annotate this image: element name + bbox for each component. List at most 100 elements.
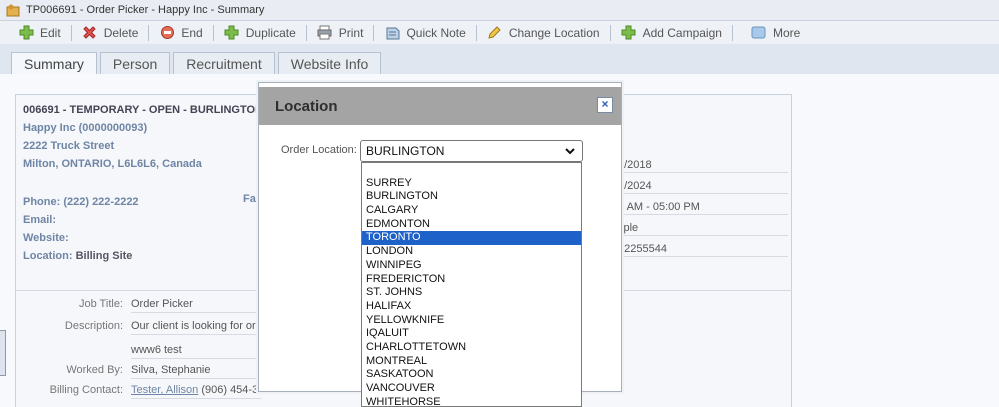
type-value: tiple — [618, 215, 788, 236]
shift-time-value: 0 AM - 05:00 PM — [618, 194, 788, 215]
window-title: TP006691 - Order Picker - Happy Inc - Su… — [26, 4, 265, 16]
toolbar-divider — [475, 24, 477, 41]
right-values: 8/2018 0/2024 0 AM - 05:00 PM tiple 2225… — [618, 152, 788, 257]
delete-button[interactable]: Delete — [82, 23, 149, 43]
toolbar-divider — [609, 24, 611, 41]
tab-website-info[interactable]: Website Info — [277, 52, 382, 74]
description-label: Description: — [64, 320, 123, 332]
location-option[interactable]: EDMONTON — [362, 218, 581, 232]
job-title-value: Order Picker — [131, 298, 261, 313]
contact-block: Phone: (222) 222-2222 Email: Website: Lo… — [23, 193, 139, 265]
plus-icon — [18, 25, 34, 41]
close-icon[interactable]: × — [597, 97, 613, 113]
description-line2: www6 test — [131, 344, 261, 359]
toolbar-divider — [305, 24, 307, 41]
location-label: Location: — [23, 250, 73, 262]
print-button[interactable]: Print — [317, 23, 374, 43]
edit-button[interactable]: Edit — [18, 23, 71, 43]
location-option[interactable]: FREDERICTON — [362, 273, 581, 287]
plus-icon — [621, 25, 637, 41]
resize-handle[interactable] — [0, 330, 6, 376]
fax-label: Fa — [243, 193, 256, 205]
dialog-header: Location × — [259, 87, 621, 125]
location-option-highlighted[interactable]: TORONTO — [362, 231, 581, 246]
summary-header: 006691 - TEMPORARY - OPEN - BURLINGTON H… — [23, 101, 263, 173]
change-location-button[interactable]: Change Location — [487, 23, 610, 43]
location-option[interactable]: LONDON — [362, 245, 581, 259]
location-option[interactable]: CHARLOTTETOWN — [362, 341, 581, 355]
toolbar-divider — [731, 24, 733, 41]
tab-summary[interactable]: Summary — [11, 52, 97, 75]
description-value: Our client is looking for or — [131, 320, 261, 335]
order-heading: 006691 - TEMPORARY - OPEN - BURLINGTON — [23, 104, 264, 116]
duplicate-label: Duplicate — [245, 25, 296, 40]
location-option[interactable]: SASKATOON — [362, 368, 581, 382]
duplicate-icon — [224, 25, 240, 41]
location-option[interactable]: CALGARY — [362, 204, 581, 218]
order-location-label: Order Location: — [281, 144, 357, 156]
add-campaign-label: Add Campaign — [642, 25, 722, 40]
note-icon — [384, 25, 400, 41]
app-icon — [6, 4, 20, 17]
location-dropdown-list: SURREY BURLINGTON CALGARY EDMONTON TORON… — [361, 162, 582, 407]
worked-by-label: Worked By: — [66, 364, 123, 376]
end-date-value: 0/2024 — [618, 173, 788, 194]
order-location-value: BURLINGTON — [366, 144, 445, 158]
toolbar: Edit Delete End Duplicate Print Quick No… — [0, 21, 999, 44]
toolbar-divider — [70, 24, 72, 41]
end-button[interactable]: End — [159, 23, 212, 43]
billing-contact-link[interactable]: Tester, Allison — [131, 384, 198, 396]
email-label: Email: — [23, 214, 57, 226]
more-label: More — [772, 25, 801, 40]
location-option[interactable]: ST. JOHNS — [362, 286, 581, 300]
reference-value: 22255544 — [618, 236, 788, 257]
tab-recruitment[interactable]: Recruitment — [173, 52, 275, 74]
delete-label: Delete — [103, 25, 139, 40]
job-title-label: Job Title: — [78, 298, 123, 310]
start-date-value: 8/2018 — [618, 152, 788, 173]
billing-contact-phone: (906) 454-3... — [201, 384, 261, 396]
company-name: Happy Inc (0000000093) — [23, 122, 148, 134]
delete-icon — [82, 25, 98, 41]
toolbar-divider — [212, 24, 214, 41]
city-address: Milton, ONTARIO, L6L6L6, Canada — [23, 158, 202, 170]
location-option[interactable]: VANCOUVER — [362, 382, 581, 396]
location-value: Billing Site — [75, 250, 133, 262]
edit-label: Edit — [40, 25, 61, 40]
location-line: Location: Billing Site — [23, 247, 139, 265]
pencil-icon — [487, 25, 503, 41]
billing-contact-label: Billing Contact: — [49, 384, 123, 396]
toolbar-divider — [148, 24, 150, 41]
tab-strip: Summary Person Recruitment Website Info — [11, 52, 384, 75]
worked-by-value: Silva, Stephanie — [131, 364, 261, 379]
print-icon — [317, 25, 333, 41]
location-option[interactable]: WINNIPEG — [362, 259, 581, 273]
title-bar: TP006691 - Order Picker - Happy Inc - Su… — [0, 0, 999, 21]
location-option[interactable]: SURREY — [362, 177, 581, 191]
location-option[interactable]: YELLOWKNIFE — [362, 314, 581, 328]
website-label: Website: — [23, 232, 69, 244]
toolbar-divider — [373, 24, 375, 41]
add-campaign-button[interactable]: Add Campaign — [621, 23, 732, 43]
location-option[interactable]: MONTREAL — [362, 355, 581, 369]
dialog-title: Location — [275, 97, 338, 115]
location-option[interactable]: BURLINGTON — [362, 190, 581, 204]
chevron-down-icon — [564, 144, 576, 158]
location-option[interactable] — [362, 163, 581, 177]
end-icon — [159, 25, 175, 41]
location-option[interactable]: IQALUIT — [362, 327, 581, 341]
more-icon — [751, 25, 767, 41]
tab-person[interactable]: Person — [99, 52, 171, 74]
duplicate-button[interactable]: Duplicate — [224, 23, 306, 43]
quick-note-label: Quick Note — [406, 25, 466, 40]
street-address: 2222 Truck Street — [23, 140, 115, 152]
phone-text: Phone: (222) 222-2222 — [23, 196, 139, 208]
print-label: Print — [338, 25, 364, 40]
change-location-label: Change Location — [508, 25, 600, 40]
order-location-select[interactable]: BURLINGTON — [360, 140, 583, 162]
location-option[interactable]: WHITEHORSE — [362, 396, 581, 406]
more-button[interactable]: More — [751, 23, 810, 43]
quick-note-button[interactable]: Quick Note — [384, 23, 475, 43]
billing-contact-value: Tester, Allison (906) 454-3... — [131, 384, 261, 399]
location-option[interactable]: HALIFAX — [362, 300, 581, 314]
